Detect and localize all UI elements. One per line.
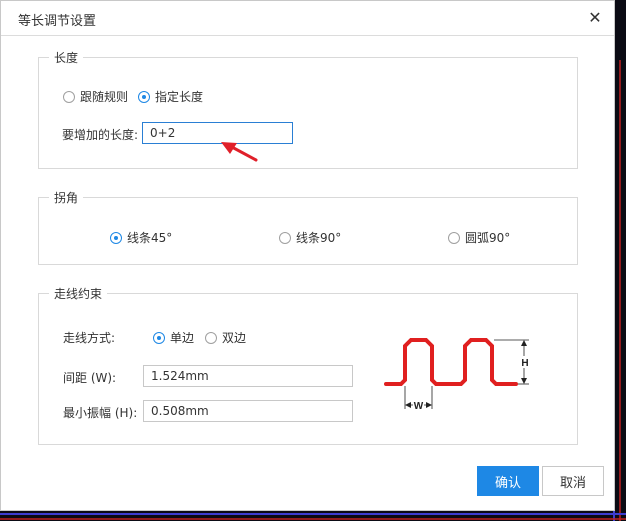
radio-line-90[interactable]: 线条90° xyxy=(279,229,341,246)
annotation-arrow-icon xyxy=(221,142,258,162)
radio-specified-length[interactable]: 指定长度 xyxy=(138,88,203,105)
confirm-button[interactable]: 确认 xyxy=(477,466,539,496)
corner-group-title: 拐角 xyxy=(49,189,84,206)
radio-single-side[interactable]: 单边 xyxy=(153,329,194,346)
radio-follow-rule[interactable]: 跟随规则 xyxy=(63,88,128,105)
radio-circle xyxy=(110,231,122,244)
min-amplitude-input[interactable] xyxy=(143,400,353,422)
radio-circle xyxy=(448,231,460,244)
radio-arc-90[interactable]: 圆弧90° xyxy=(448,229,510,246)
radio-line-45[interactable]: 线条45° xyxy=(110,229,172,246)
min-amplitude-label: 最小振幅 (H): xyxy=(63,406,138,420)
width-dimension-label: W xyxy=(414,401,424,412)
radio-label: 线条90° xyxy=(296,231,342,245)
radio-label: 指定长度 xyxy=(155,90,204,104)
length-tuning-dialog: 等长调节设置 ✕ 长度 跟随规则 指定长度 要增加的长度: 拐角 线条45° 线… xyxy=(0,0,615,511)
radio-circle xyxy=(279,231,291,244)
corner-group: 拐角 线条45° 线条90° 圆弧90° xyxy=(38,189,578,265)
cancel-button[interactable]: 取消 xyxy=(542,466,604,496)
radio-circle xyxy=(138,90,150,103)
radio-label: 圆弧90° xyxy=(465,231,511,245)
radio-label: 单边 xyxy=(170,331,195,345)
dialog-title: 等长调节设置 xyxy=(18,14,97,29)
radio-label: 双边 xyxy=(222,331,247,345)
routing-method-label: 走线方式: xyxy=(63,331,116,345)
radio-label: 跟随规则 xyxy=(80,90,129,104)
radio-label: 线条45° xyxy=(127,231,173,245)
add-length-label: 要增加的长度: xyxy=(62,128,139,142)
radio-double-side[interactable]: 双边 xyxy=(205,329,246,346)
length-group: 长度 跟随规则 指定长度 要增加的长度: xyxy=(38,49,578,169)
spacing-label: 间距 (W): xyxy=(63,371,117,385)
height-dimension-label: H xyxy=(521,358,528,369)
routing-group-title: 走线约束 xyxy=(49,285,108,302)
close-icon[interactable]: ✕ xyxy=(584,7,606,29)
serpentine-trace xyxy=(384,338,518,386)
radio-circle xyxy=(63,90,75,103)
spacing-input[interactable] xyxy=(143,365,353,387)
radio-circle xyxy=(153,331,165,344)
title-bar: 等长调节设置 ✕ xyxy=(1,1,614,36)
serpentine-diagram: H W xyxy=(384,338,530,412)
length-group-title: 长度 xyxy=(49,49,84,66)
radio-circle xyxy=(205,331,217,344)
